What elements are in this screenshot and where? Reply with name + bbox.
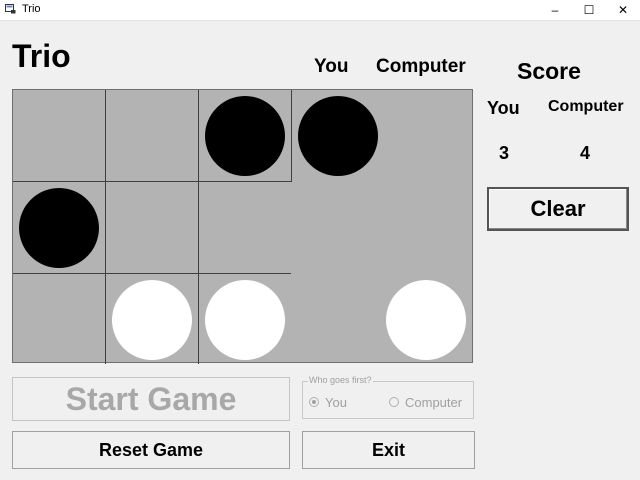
black-piece[interactable] xyxy=(19,188,99,268)
start-game-button: Start Game xyxy=(12,377,290,421)
game-board[interactable] xyxy=(12,89,473,364)
score-computer-value: 4 xyxy=(580,143,591,163)
radio-you-label: You xyxy=(325,395,347,410)
who-goes-first-legend: Who goes first? xyxy=(308,375,373,385)
board-grid-line xyxy=(13,181,291,182)
radio-you: You xyxy=(309,395,347,410)
app-icon xyxy=(5,4,16,14)
black-piece[interactable] xyxy=(205,96,285,176)
radio-computer: Computer xyxy=(389,395,462,410)
close-button[interactable]: ✕ xyxy=(606,0,640,20)
score-computer-label: Computer xyxy=(548,98,624,115)
player-computer-label: Computer xyxy=(376,56,466,77)
window-title: Trio xyxy=(22,3,41,15)
radio-computer-label: Computer xyxy=(405,395,463,410)
score-you-label: You xyxy=(487,98,520,118)
score-title: Score xyxy=(517,58,581,84)
white-piece[interactable] xyxy=(205,280,285,360)
board-grid-line xyxy=(291,90,292,182)
white-piece[interactable] xyxy=(386,280,466,360)
game-title: Trio xyxy=(12,38,71,74)
minimize-button[interactable]: – xyxy=(538,0,572,20)
who-goes-first-group: Who goes first? You Computer xyxy=(302,375,474,419)
board-grid-line xyxy=(13,273,291,274)
reset-game-button[interactable]: Reset Game xyxy=(12,431,290,469)
title-bar: Trio – ☐ ✕ xyxy=(0,0,640,21)
maximize-button[interactable]: ☐ xyxy=(572,0,606,20)
exit-button[interactable]: Exit xyxy=(302,431,475,469)
score-you-value: 3 xyxy=(499,143,510,163)
clear-button[interactable]: Clear xyxy=(487,187,629,231)
radio-you-dot xyxy=(309,397,319,407)
board-grid-line xyxy=(105,90,106,364)
radio-computer-dot xyxy=(389,397,399,407)
white-piece[interactable] xyxy=(112,280,192,360)
black-piece[interactable] xyxy=(298,96,378,176)
board-grid-line xyxy=(198,90,199,364)
player-you-label: You xyxy=(314,56,349,77)
